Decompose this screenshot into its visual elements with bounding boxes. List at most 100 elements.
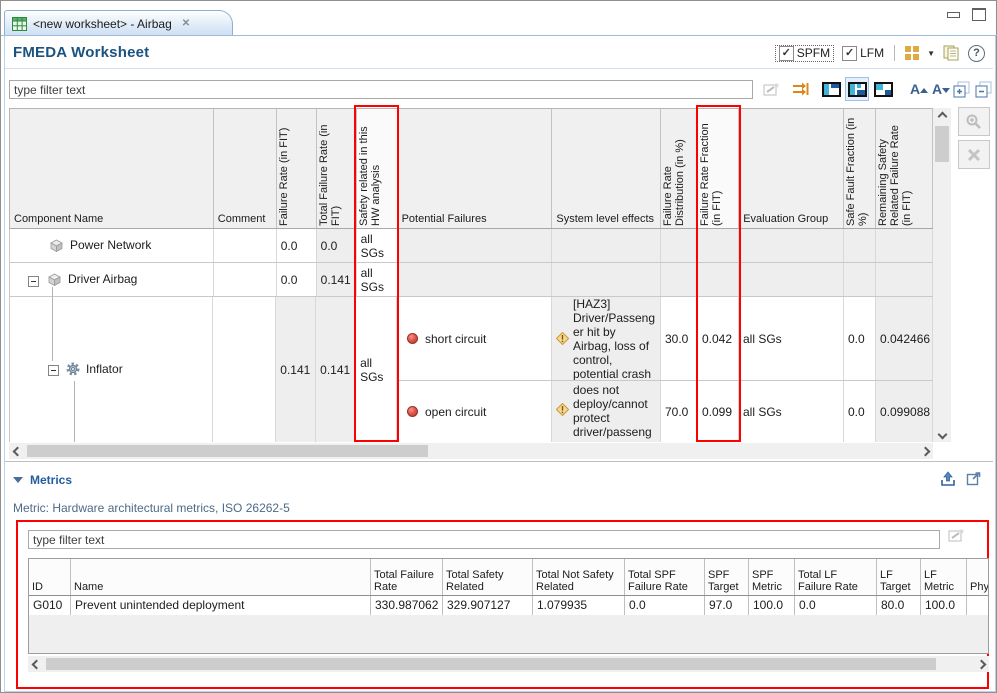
- metric-cell[interactable]: 97.0: [705, 596, 749, 616]
- evaluation-group-cell[interactable]: all SGs: [739, 381, 844, 442]
- export-metrics-icon[interactable]: [940, 471, 956, 487]
- scroll-right-button[interactable]: [917, 443, 933, 459]
- failure-mode-row[interactable]: open circuit does not deploy/cannot prot…: [397, 381, 933, 442]
- metric-name-cell[interactable]: Prevent unintended deployment: [71, 596, 371, 616]
- scroll-left-button[interactable]: [9, 443, 25, 459]
- potential-failure-cell[interactable]: short circuit: [397, 297, 552, 380]
- safety-related-cell[interactable]: all SGs: [357, 229, 398, 262]
- col-header-failure-rate-fraction[interactable]: Failure Rate Fraction (in FIT): [698, 109, 739, 228]
- table-layout-3-icon[interactable]: [871, 77, 895, 101]
- decrease-font-icon[interactable]: A: [925, 77, 949, 101]
- metrics-col-header[interactable]: SPF Target: [705, 559, 749, 595]
- collapse-expander-icon[interactable]: [28, 276, 39, 287]
- collapse-expander-icon[interactable]: [48, 365, 59, 376]
- view-menu-caret-icon[interactable]: ▼: [927, 49, 935, 58]
- zoom-disabled-button[interactable]: [958, 107, 990, 136]
- spfm-checkbox-group[interactable]: ✓ SPFM: [775, 45, 834, 62]
- col-header-system-level-effects[interactable]: System level effects: [552, 109, 661, 228]
- metrics-col-header[interactable]: Total Safety Related: [443, 559, 533, 595]
- failure-rate-cell[interactable]: 0.141: [276, 297, 316, 442]
- col-header-evaluation-group[interactable]: Evaluation Group: [739, 109, 844, 228]
- component-cell[interactable]: Power Network: [10, 229, 214, 262]
- metrics-col-header[interactable]: ID: [29, 559, 71, 595]
- failure-mode-row[interactable]: short circuit [HAZ3] Driver/Passenger hi…: [397, 297, 933, 381]
- col-header-remaining-failure-rate[interactable]: Remaining Safety Related Failure Rate (i…: [876, 109, 933, 228]
- remaining-rate-cell[interactable]: 0.042466: [876, 297, 933, 380]
- component-name[interactable]: Inflator: [86, 362, 123, 376]
- col-header-safe-fault-fraction[interactable]: Safe Fault Fraction (in %): [844, 109, 876, 228]
- section-collapse-icon[interactable]: [13, 477, 23, 483]
- metric-cell[interactable]: 100.0: [921, 596, 967, 616]
- lfm-checkbox[interactable]: ✓: [842, 46, 857, 61]
- component-name[interactable]: Driver Airbag: [68, 272, 137, 286]
- horizontal-scroll-thumb[interactable]: [46, 658, 936, 670]
- col-header-component-name[interactable]: Component Name: [10, 109, 214, 228]
- failure-rate-cell[interactable]: 0.0: [277, 263, 317, 296]
- metric-cell[interactable]: 329.907127: [443, 596, 533, 616]
- total-failure-rate-cell[interactable]: 0.0: [317, 229, 357, 262]
- metrics-col-header[interactable]: SPF Metric: [749, 559, 795, 595]
- safe-fault-fraction-cell[interactable]: 0.0: [844, 381, 876, 442]
- metric-cell[interactable]: 80.0: [877, 596, 921, 616]
- col-header-total-failure-rate[interactable]: Total Failure Rate (in FIT): [317, 109, 357, 228]
- table-row[interactable]: Power Network 0.0 0.0 all SGs: [10, 229, 933, 263]
- horizontal-scroll-thumb[interactable]: [27, 445, 428, 457]
- col-header-safety-related[interactable]: Safety related in this HW analysis: [357, 109, 398, 228]
- table-layout-2-icon[interactable]: [845, 77, 869, 101]
- safe-fault-fraction-cell[interactable]: 0.0: [844, 297, 876, 380]
- distribution-cell[interactable]: 70.0: [661, 381, 698, 442]
- minimize-button[interactable]: [947, 12, 960, 18]
- scroll-up-button[interactable]: [933, 108, 951, 124]
- column-chooser-icon[interactable]: [789, 77, 813, 101]
- metrics-col-header[interactable]: Total SPF Failure Rate: [625, 559, 705, 595]
- distribution-cell[interactable]: 30.0: [661, 297, 698, 380]
- col-header-comment[interactable]: Comment: [214, 109, 277, 228]
- metrics-horizontal-scrollbar[interactable]: [28, 656, 989, 672]
- delete-disabled-button[interactable]: [958, 140, 990, 169]
- link-with-editor-icon[interactable]: [948, 528, 965, 543]
- metrics-col-header[interactable]: LF Metric: [921, 559, 967, 595]
- metric-cell[interactable]: 1.079935: [533, 596, 625, 616]
- metric-cell[interactable]: [967, 596, 988, 616]
- safety-related-cell[interactable]: all SGs: [356, 297, 397, 442]
- tab-close-icon[interactable]: ✕: [182, 18, 190, 29]
- vertical-scrollbar[interactable]: [933, 108, 951, 442]
- vertical-scroll-thumb[interactable]: [935, 126, 949, 162]
- system-effects-cell[interactable]: [HAZ3] Driver/Passenger hit by Airbag, l…: [552, 297, 661, 380]
- worksheet-filter-input[interactable]: [9, 80, 753, 99]
- metrics-table-row[interactable]: G010 Prevent unintended deployment 330.9…: [29, 596, 988, 617]
- metric-cell[interactable]: 100.0: [749, 596, 795, 616]
- comment-cell[interactable]: [214, 229, 277, 262]
- col-header-failure-rate-distribution[interactable]: Failure Rate Distribution (in %): [661, 109, 698, 228]
- view-menu-icon[interactable]: [905, 46, 919, 60]
- increase-font-icon[interactable]: A: [903, 77, 927, 101]
- comment-cell[interactable]: [214, 263, 277, 296]
- open-in-new-window-icon[interactable]: [966, 471, 981, 486]
- horizontal-scrollbar[interactable]: [9, 443, 933, 459]
- spfm-checkbox[interactable]: ✓: [779, 46, 794, 61]
- failure-rate-cell[interactable]: 0.0: [277, 229, 317, 262]
- metrics-col-header[interactable]: Total Not Safety Related: [533, 559, 625, 595]
- fraction-cell[interactable]: 0.042: [698, 297, 739, 380]
- fraction-cell[interactable]: 0.099: [698, 381, 739, 442]
- link-with-editor-icon[interactable]: [759, 77, 783, 101]
- table-row[interactable]: Inflator 0.141 0.141 all SGs short circu…: [10, 297, 933, 442]
- collapse-all-icon[interactable]: [971, 77, 995, 101]
- copy-icon[interactable]: [943, 45, 960, 61]
- metrics-col-header[interactable]: Name: [71, 559, 371, 595]
- maximize-button[interactable]: [972, 8, 986, 21]
- metrics-col-header[interactable]: Total LF Failure Rate: [795, 559, 877, 595]
- comment-cell[interactable]: [213, 297, 276, 442]
- evaluation-group-cell[interactable]: all SGs: [739, 297, 844, 380]
- system-effects-cell[interactable]: does not deploy/cannot protect driver/pa…: [552, 381, 661, 442]
- component-cell[interactable]: Inflator: [10, 297, 213, 442]
- help-icon[interactable]: ?: [968, 45, 985, 62]
- total-failure-rate-cell[interactable]: 0.141: [317, 263, 357, 296]
- metric-id-cell[interactable]: G010: [29, 596, 71, 616]
- safety-related-cell[interactable]: all SGs: [357, 263, 398, 296]
- scroll-right-button[interactable]: [973, 656, 989, 672]
- metrics-col-header[interactable]: LF Target: [877, 559, 921, 595]
- scroll-down-button[interactable]: [933, 426, 951, 442]
- scroll-left-button[interactable]: [28, 656, 44, 672]
- component-cell[interactable]: Driver Airbag: [10, 263, 214, 296]
